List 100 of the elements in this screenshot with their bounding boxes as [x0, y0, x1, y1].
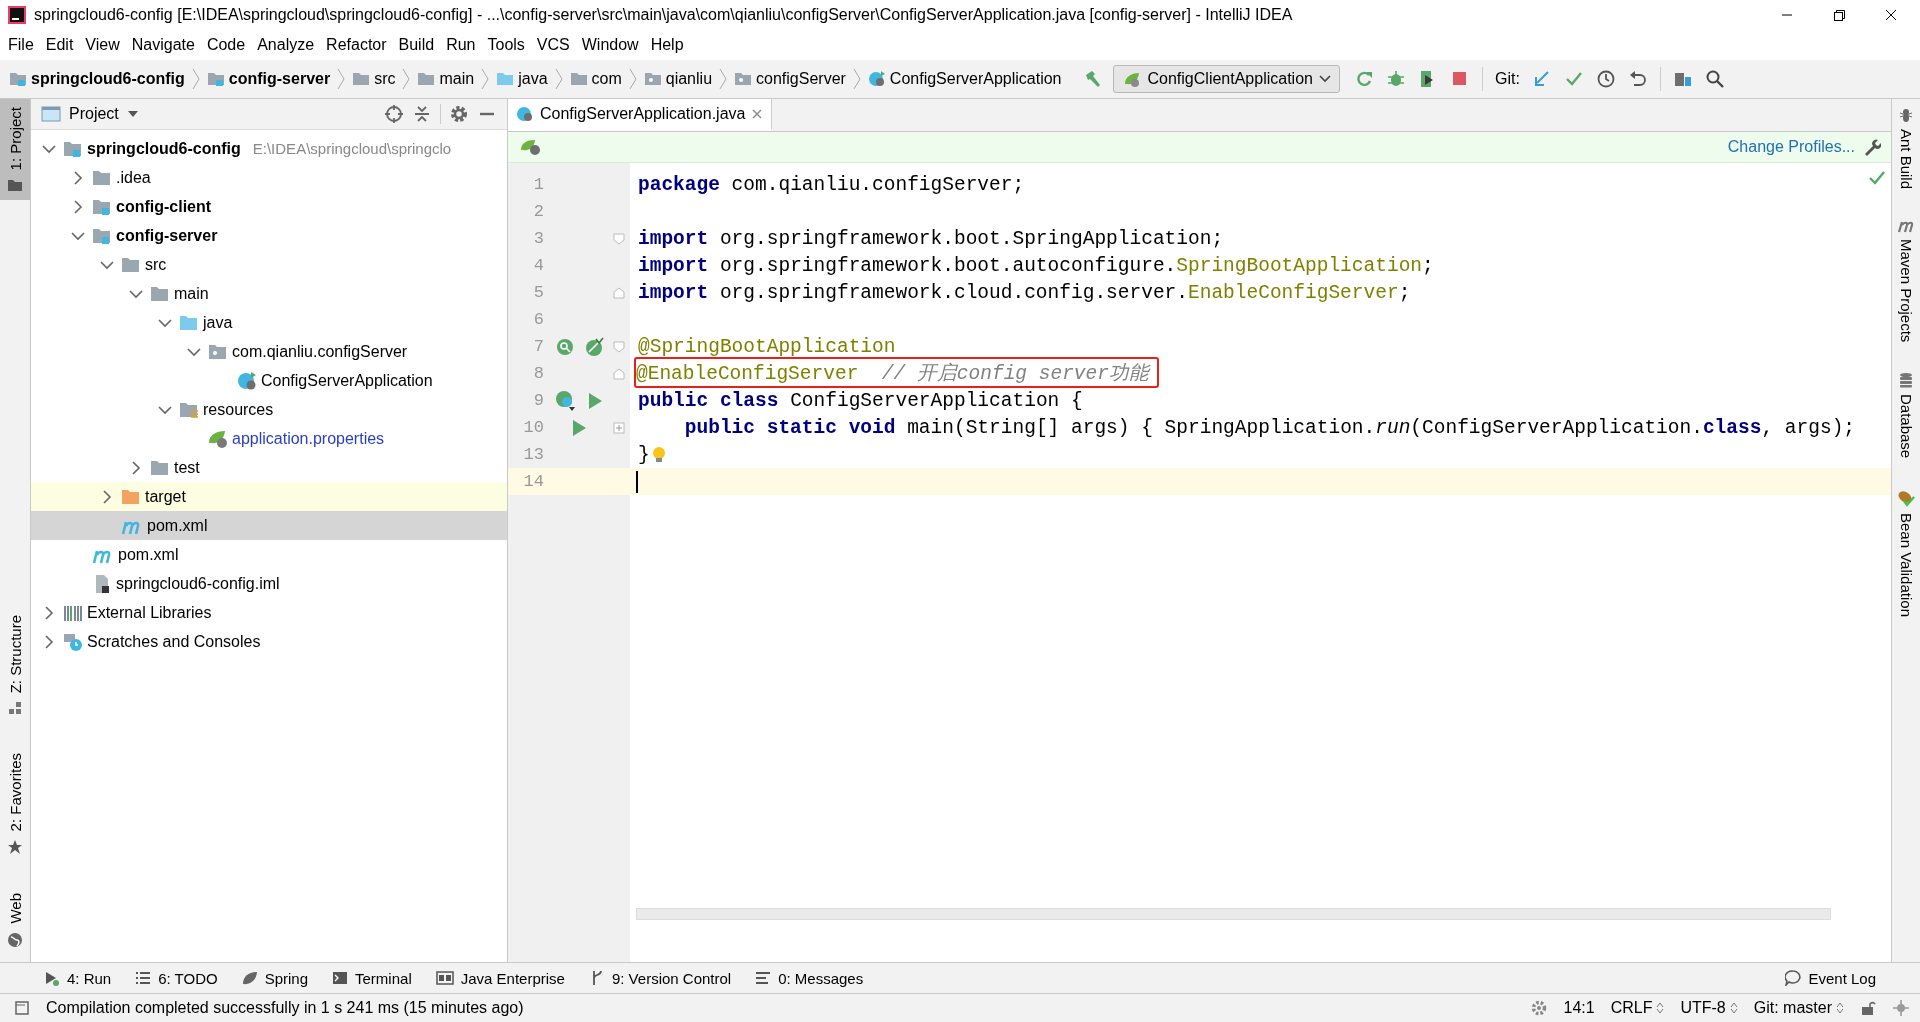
menu-item[interactable]: Window [575, 34, 645, 56]
tree-item[interactable]: resources [31, 395, 507, 424]
tool-window-tab[interactable]: 1: Project [0, 99, 30, 201]
tool-window-button[interactable]: 9: Version Control [578, 967, 742, 989]
tool-window-button[interactable]: 0: Messages [745, 967, 874, 989]
tree-item[interactable]: config-server [31, 221, 507, 250]
event-log-button[interactable]: Event Log [1775, 967, 1886, 989]
chevron-right-icon[interactable] [73, 170, 83, 185]
tree-item[interactable]: target [31, 482, 507, 511]
editor-tab[interactable]: ConfigServerApplication.java [508, 99, 773, 131]
menu-item[interactable]: Refactor [320, 34, 393, 56]
breadcrumb-item[interactable]: config-server [203, 70, 334, 88]
menu-item[interactable]: Edit [39, 34, 80, 56]
tree-item[interactable]: test [31, 453, 507, 482]
tree-item[interactable]: application.properties [31, 424, 507, 453]
tree-item[interactable]: pom.xml [31, 511, 507, 540]
tool-window-button[interactable]: 4: Run [34, 967, 122, 989]
chevron-down-icon[interactable] [187, 346, 201, 357]
tree-item[interactable]: External Libraries [31, 598, 507, 627]
chevron-down-icon[interactable] [71, 230, 85, 241]
tool-window-tab[interactable]: Web [0, 885, 30, 956]
chevron-right-icon[interactable] [44, 605, 54, 620]
fold-marker-icon[interactable] [613, 367, 625, 380]
tree-item[interactable]: config-client [31, 192, 507, 221]
caret-position[interactable]: 14:1 [1563, 999, 1595, 1017]
lock-icon[interactable] [1860, 1000, 1876, 1016]
change-profiles-link[interactable]: Change Profiles... [1727, 138, 1855, 156]
breadcrumb-item[interactable]: com [566, 70, 625, 88]
run-configuration-dropdown[interactable]: ConfigClientApplication [1112, 65, 1340, 93]
spring-class-icon[interactable] [555, 389, 577, 412]
chevron-right-icon[interactable] [131, 460, 141, 475]
git-branch-selector[interactable]: Git: master [1753, 999, 1844, 1017]
menu-item[interactable]: VCS [530, 34, 576, 56]
wrench-icon[interactable] [1863, 138, 1881, 156]
tool-window-button[interactable]: Spring [231, 967, 319, 989]
menu-item[interactable]: Code [200, 34, 252, 56]
menu-item[interactable]: View [79, 34, 126, 56]
breadcrumb-item[interactable]: configServer [731, 70, 849, 88]
spring-bean-icon[interactable] [583, 336, 604, 357]
lightbulb-icon[interactable] [651, 445, 666, 464]
breadcrumb-item[interactable]: java [493, 70, 551, 88]
chevron-down-icon[interactable] [42, 143, 56, 154]
fold-marker-icon[interactable] [613, 340, 625, 353]
debug-icon[interactable] [1385, 69, 1406, 89]
tool-window-button[interactable]: Java Enterprise [425, 967, 575, 989]
breadcrumb-item[interactable]: main [414, 70, 478, 88]
chevron-right-icon[interactable] [73, 199, 83, 214]
encoding-selector[interactable]: UTF-8 [1680, 999, 1738, 1017]
line-separator-selector[interactable]: CRLF [1610, 999, 1665, 1017]
tree-item[interactable]: Scratches and Consoles [31, 627, 507, 656]
breadcrumb-item[interactable]: src [349, 70, 399, 88]
horizontal-scrollbar[interactable] [636, 908, 1831, 920]
chevron-down-icon[interactable] [100, 259, 114, 270]
tool-window-tab[interactable]: Ant Build [1897, 107, 1915, 190]
chevron-down-icon[interactable] [158, 317, 172, 328]
search-icon[interactable] [1704, 69, 1725, 89]
tree-item[interactable]: src [31, 250, 507, 279]
run-icon[interactable] [587, 391, 603, 410]
tree-item[interactable]: .idea [31, 163, 507, 192]
tool-window-tab[interactable]: Maven Projects [1897, 219, 1915, 343]
tool-window-tab[interactable]: Database [1897, 372, 1915, 459]
tree-item[interactable]: pom.xml [31, 540, 507, 569]
menu-item[interactable]: Help [644, 34, 690, 56]
tree-item[interactable]: ConfigServerApplication [31, 366, 507, 395]
tool-window-button[interactable]: 6: TODO [125, 967, 228, 989]
tree-item[interactable]: springcloud6-config.iml [31, 569, 507, 598]
fold-marker-icon[interactable] [613, 232, 625, 245]
breadcrumb-item[interactable]: ConfigServerApplication [864, 70, 1065, 88]
run-icon[interactable] [571, 418, 587, 437]
menu-item[interactable]: Tools [481, 34, 531, 56]
menu-item[interactable]: Run [440, 34, 482, 56]
settings-icon[interactable] [449, 104, 469, 124]
breadcrumb-item[interactable]: qianliu [640, 70, 716, 88]
project-view-dropdown[interactable]: Project [37, 105, 143, 123]
menu-item[interactable]: Build [392, 34, 441, 56]
tree-item[interactable]: springcloud6-config E:\IDEA\springcloud\springclo [31, 134, 507, 163]
bean-search-icon[interactable] [554, 336, 575, 357]
tree-item[interactable]: com.qianliu.configServer [31, 337, 507, 366]
menu-item[interactable]: Analyze [251, 34, 321, 56]
tree-item[interactable]: main [31, 279, 507, 308]
chevron-right-icon[interactable] [44, 634, 54, 649]
inspector-icon[interactable] [1892, 999, 1910, 1017]
tool-window-tab[interactable]: Z: Structure [0, 606, 30, 724]
menu-item[interactable]: Navigate [125, 34, 201, 56]
gear-icon[interactable] [1529, 999, 1548, 1017]
tool-window-tab[interactable]: 2: Favorites [0, 745, 30, 864]
collapse-all-icon[interactable] [412, 104, 432, 124]
close-icon[interactable] [751, 107, 764, 120]
breadcrumb-item[interactable]: springcloud6-config [6, 70, 188, 88]
fold-marker-icon[interactable] [613, 286, 625, 299]
panel-toggle-icon[interactable] [14, 1000, 30, 1016]
chevron-right-icon[interactable] [102, 489, 112, 504]
history-icon[interactable] [1595, 69, 1616, 89]
tree-item[interactable]: java [31, 308, 507, 337]
tool-window-button[interactable]: Terminal [322, 967, 422, 989]
chevron-down-icon[interactable] [158, 404, 172, 415]
tool-window-tab[interactable]: Bean Validation [1897, 488, 1915, 617]
locate-icon[interactable] [384, 104, 404, 124]
chevron-down-icon[interactable] [129, 288, 143, 299]
menu-item[interactable]: File [2, 34, 40, 56]
